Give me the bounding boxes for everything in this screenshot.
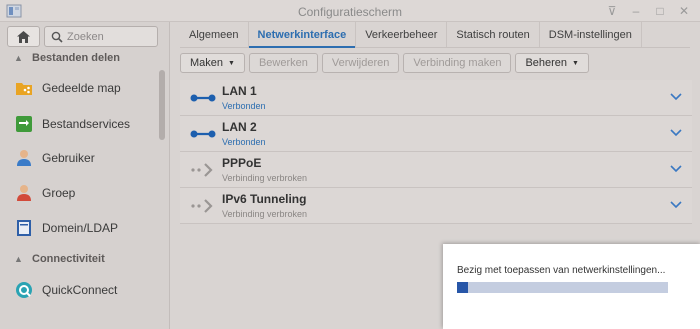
collapse-icon: ▲ bbox=[14, 254, 23, 264]
chevron-down-icon[interactable] bbox=[670, 128, 682, 138]
interface-status: Verbonden bbox=[222, 101, 266, 111]
section-file-sharing[interactable]: ▲ Bestanden delen bbox=[0, 48, 160, 68]
collapse-icon: ▲ bbox=[14, 53, 23, 63]
sidebar-item-group[interactable]: Groep bbox=[0, 178, 158, 208]
lan-connected-icon bbox=[190, 130, 216, 138]
interface-list: LAN 1 Verbonden LAN 2 Verbonden PPPoE Ve… bbox=[180, 80, 692, 224]
lan-connected-icon bbox=[190, 94, 216, 102]
search-box[interactable] bbox=[44, 26, 158, 47]
progress-bar bbox=[457, 282, 668, 293]
search-icon bbox=[51, 31, 63, 43]
interface-row-ipv6-tunneling[interactable]: IPv6 Tunneling Verbinding verbroken bbox=[180, 188, 692, 224]
minimize-icon[interactable]: – bbox=[628, 3, 644, 19]
progress-dialog: Bezig met toepassen van netwerkinstellin… bbox=[443, 244, 700, 329]
sidebar-item-label: Gedeelde map bbox=[42, 81, 121, 95]
close-icon[interactable]: ✕ bbox=[676, 3, 692, 19]
tab-general[interactable]: Algemeen bbox=[180, 22, 249, 47]
home-icon bbox=[17, 30, 30, 43]
interface-status: Verbonden bbox=[222, 137, 266, 147]
shared-folder-icon bbox=[16, 83, 32, 95]
section-label: Bestanden delen bbox=[32, 52, 121, 64]
delete-button[interactable]: Verwijderen bbox=[321, 53, 400, 73]
tab-traffic-control[interactable]: Verkeerbeheer bbox=[356, 22, 448, 47]
sidebar-item-user[interactable]: Gebruiker bbox=[0, 143, 158, 173]
interface-name: LAN 2 bbox=[222, 120, 257, 134]
caret-down-icon: ▼ bbox=[572, 59, 579, 67]
maximize-icon[interactable]: □ bbox=[652, 3, 668, 19]
sidebar-item-label: Bestandservices bbox=[42, 117, 131, 131]
tab-network-interface[interactable]: Netwerkinterface bbox=[248, 22, 357, 48]
user-icon bbox=[17, 150, 31, 166]
interface-row-lan1[interactable]: LAN 1 Verbonden bbox=[180, 80, 692, 116]
group-icon bbox=[17, 185, 31, 201]
tab-bar: Algemeen Netwerkinterface Verkeerbeheer … bbox=[180, 22, 690, 48]
tab-dsm-settings[interactable]: DSM-instellingen bbox=[540, 22, 642, 47]
chevron-down-icon[interactable] bbox=[670, 200, 682, 210]
progress-message: Bezig met toepassen van netwerkinstellin… bbox=[457, 265, 666, 276]
sidebar-item-label: Domein/LDAP bbox=[42, 221, 119, 235]
disconnected-icon bbox=[191, 163, 213, 177]
section-label: Connectiviteit bbox=[32, 253, 105, 265]
sidebar-item-domain-ldap[interactable]: Domein/LDAP bbox=[0, 213, 158, 243]
search-input[interactable] bbox=[67, 30, 153, 44]
title-bar: Configuratiescherm ⊽ – □ ✕ bbox=[0, 0, 700, 22]
pin-icon[interactable]: ⊽ bbox=[604, 3, 620, 19]
caret-down-icon: ▼ bbox=[228, 59, 235, 67]
toolbar: Maken ▼ Bewerken Verwijderen Verbinding … bbox=[180, 53, 589, 75]
chevron-down-icon[interactable] bbox=[670, 92, 682, 102]
interface-row-lan2[interactable]: LAN 2 Verbonden bbox=[180, 116, 692, 152]
domain-ldap-icon bbox=[17, 220, 31, 236]
file-services-icon bbox=[16, 116, 32, 132]
manage-label: Beheren bbox=[525, 57, 568, 69]
interface-row-pppoe[interactable]: PPPoE Verbinding verbroken bbox=[180, 152, 692, 188]
sidebar: ▲ Bestanden delen Gedeelde map Bestandse… bbox=[0, 22, 170, 329]
quickconnect-icon bbox=[16, 282, 32, 298]
window-title: Configuratiescherm bbox=[297, 5, 403, 19]
sidebar-item-file-services[interactable]: Bestandservices bbox=[0, 109, 158, 139]
sidebar-item-label: Groep bbox=[42, 186, 76, 200]
interface-name: LAN 1 bbox=[222, 84, 257, 98]
create-label: Maken bbox=[190, 57, 224, 69]
chevron-down-icon[interactable] bbox=[670, 164, 682, 174]
disconnected-icon bbox=[191, 199, 213, 213]
section-connectivity[interactable]: ▲ Connectiviteit bbox=[0, 249, 160, 269]
interface-status: Verbinding verbroken bbox=[222, 173, 308, 183]
manage-button[interactable]: Beheren ▼ bbox=[515, 53, 589, 73]
connect-button[interactable]: Verbinding maken bbox=[403, 53, 512, 73]
interface-name: PPPoE bbox=[222, 156, 262, 170]
interface-name: IPv6 Tunneling bbox=[222, 192, 307, 206]
sidebar-scrollbar[interactable] bbox=[159, 70, 165, 140]
interface-status: Verbinding verbroken bbox=[222, 209, 308, 219]
sidebar-item-label: Gebruiker bbox=[42, 151, 95, 165]
sidebar-item-quickconnect[interactable]: QuickConnect bbox=[0, 275, 158, 305]
progress-bar-fill bbox=[457, 282, 468, 293]
sidebar-item-shared-folder[interactable]: Gedeelde map bbox=[0, 73, 158, 103]
tab-static-route[interactable]: Statisch routen bbox=[447, 22, 540, 47]
sidebar-item-label: QuickConnect bbox=[42, 283, 118, 297]
create-button[interactable]: Maken ▼ bbox=[180, 53, 245, 73]
edit-button[interactable]: Bewerken bbox=[248, 53, 318, 73]
home-button[interactable] bbox=[7, 26, 40, 47]
